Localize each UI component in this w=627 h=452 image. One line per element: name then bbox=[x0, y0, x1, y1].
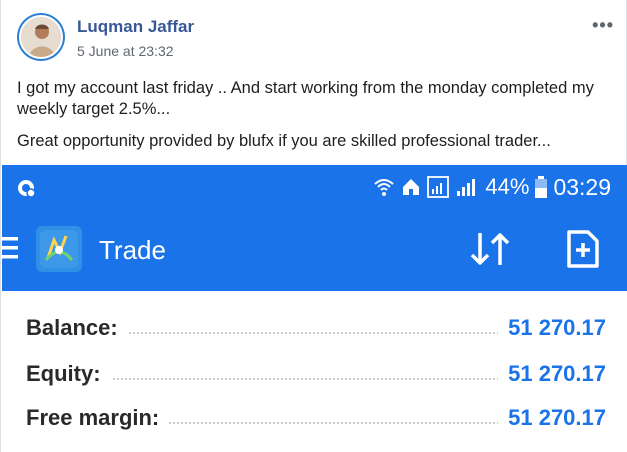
new-order-icon[interactable] bbox=[566, 229, 600, 269]
post-image[interactable]: 44% 03:29 Trade Balance: 51 270.17 Equit… bbox=[2, 165, 627, 452]
equity-value: 51 270.17 bbox=[498, 361, 606, 387]
facebook-post: Luqman Jaffar 5 June at 23:32 ••• I got … bbox=[0, 0, 627, 452]
balance-label: Balance: bbox=[26, 315, 128, 341]
more-options-icon[interactable]: ••• bbox=[592, 15, 614, 36]
whatsapp-icon bbox=[18, 180, 36, 198]
free-margin-row: Free margin: 51 270.17 bbox=[26, 401, 606, 437]
post-text-paragraph: I got my account last friday .. And star… bbox=[17, 79, 594, 118]
page-title: Trade bbox=[99, 235, 166, 265]
free-margin-label: Free margin: bbox=[26, 405, 170, 431]
menu-icon[interactable] bbox=[2, 235, 20, 261]
battery-percent: 44% bbox=[485, 174, 530, 199]
equity-row: Equity: 51 270.17 bbox=[26, 357, 606, 393]
clock: 03:29 bbox=[553, 173, 611, 200]
post-text-paragraph: Great opportunity provided by blufx if y… bbox=[17, 132, 551, 150]
balance-value: 51 270.17 bbox=[498, 315, 606, 341]
signal-icon bbox=[427, 176, 450, 198]
avatar[interactable] bbox=[17, 13, 65, 61]
phone-status-bar: 44% 03:29 bbox=[2, 165, 627, 209]
avatar-image bbox=[19, 15, 63, 59]
home-icon bbox=[403, 179, 420, 195]
equity-label: Equity: bbox=[26, 361, 111, 387]
free-margin-value: 51 270.17 bbox=[498, 405, 606, 431]
status-icons: 44% 03:29 bbox=[373, 172, 611, 202]
sort-icon[interactable] bbox=[468, 229, 512, 269]
post-header: Luqman Jaffar 5 June at 23:32 ••• bbox=[17, 13, 614, 63]
post-timestamp[interactable]: 5 June at 23:32 bbox=[77, 43, 174, 59]
signal-strength-icon bbox=[457, 179, 476, 196]
battery-icon bbox=[535, 176, 548, 198]
author-name[interactable]: Luqman Jaffar bbox=[77, 17, 194, 37]
wifi-icon bbox=[374, 179, 395, 196]
balance-row: Balance: 51 270.17 bbox=[26, 311, 606, 347]
metatrader-logo-icon bbox=[36, 226, 82, 272]
app-toolbar: Trade bbox=[2, 209, 627, 291]
